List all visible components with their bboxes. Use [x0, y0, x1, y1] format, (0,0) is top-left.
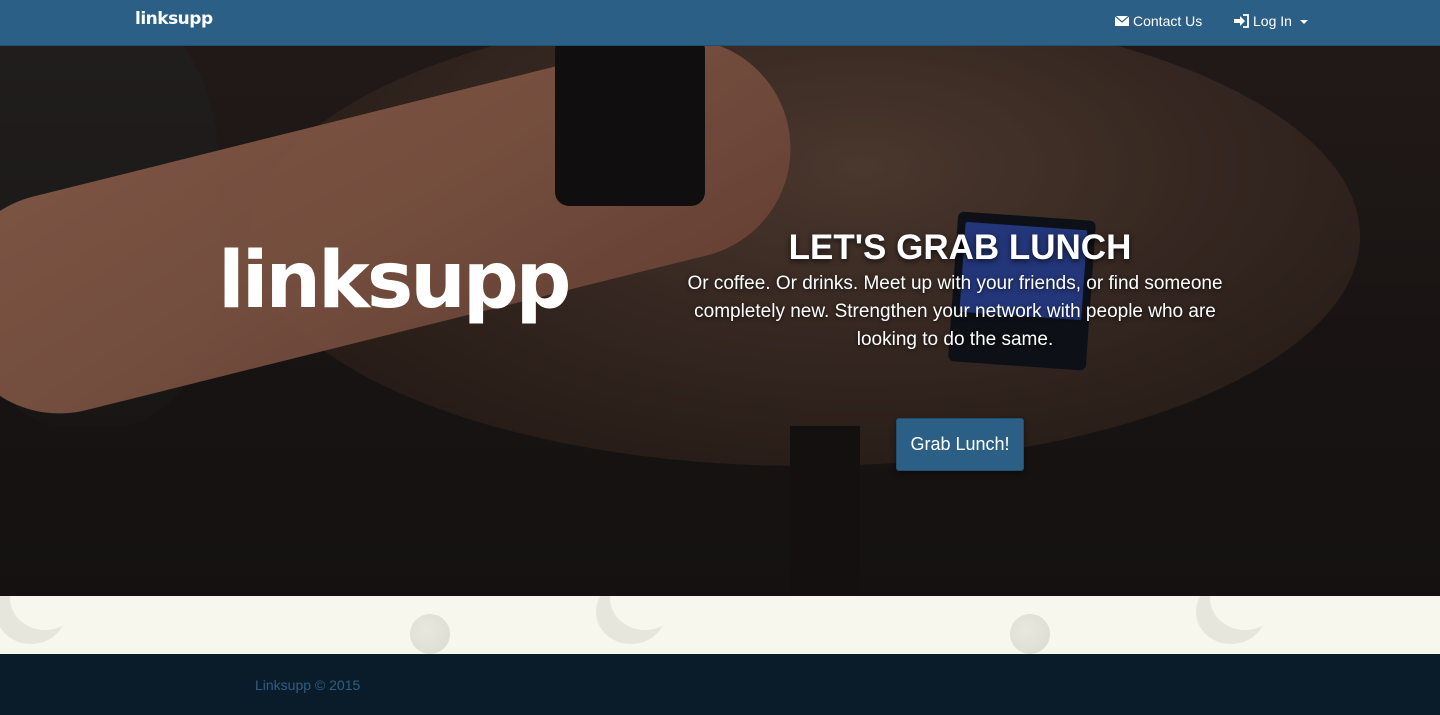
brand-logo-link[interactable]: linksupp — [135, 9, 213, 29]
contact-us-link[interactable]: Contact Us — [1115, 13, 1202, 29]
hero-section: linksupp LET'S GRAB LUNCH Or coffee. Or … — [0, 46, 1440, 596]
envelope-icon — [1115, 15, 1129, 27]
contact-us-label: Contact Us — [1133, 13, 1203, 29]
log-in-label: Log In — [1253, 13, 1292, 29]
pattern-strip — [0, 596, 1440, 654]
hero-description: Or coffee. Or drinks. Meet up with your … — [687, 273, 1223, 350]
hero-logo: linksupp — [218, 236, 571, 326]
moon-pattern-icon — [610, 596, 680, 630]
grape-pattern-icon — [410, 614, 450, 654]
sign-in-icon — [1234, 14, 1249, 28]
top-navbar: linksupp Contact Us Log In — [0, 0, 1440, 46]
moon-pattern-icon — [1210, 596, 1280, 630]
footer-copyright: Linksupp © 2015 — [255, 677, 361, 693]
moon-pattern-icon — [10, 596, 80, 630]
hero-title: LET'S GRAB LUNCH — [788, 228, 1132, 267]
grab-lunch-button[interactable]: Grab Lunch! — [896, 418, 1024, 471]
caret-down-icon — [1299, 20, 1308, 24]
page-footer: Linksupp © 2015 — [0, 654, 1440, 715]
grape-pattern-icon — [1010, 614, 1050, 654]
log-in-dropdown[interactable]: Log In — [1234, 13, 1308, 29]
